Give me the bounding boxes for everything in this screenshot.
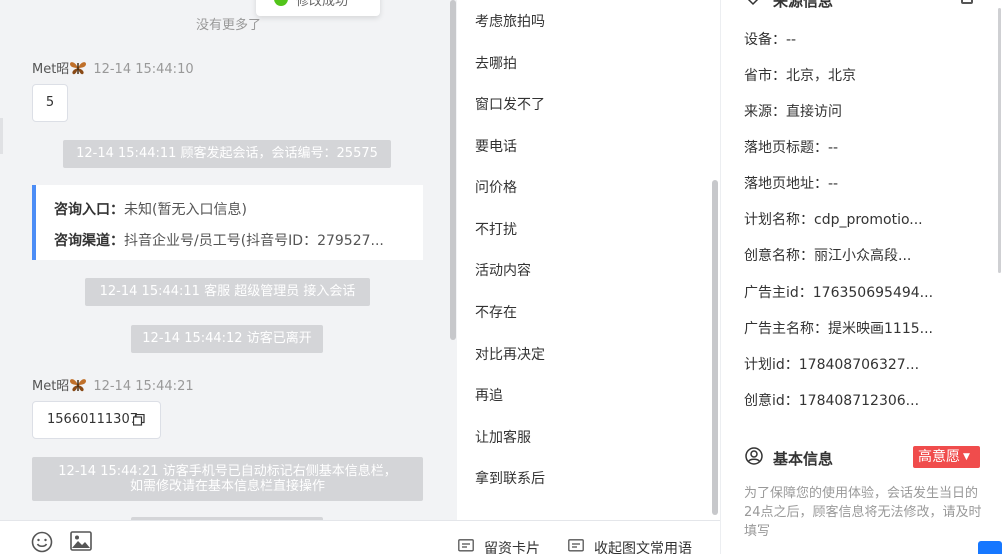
phrase-item[interactable]: 要电话 bbox=[475, 136, 517, 156]
sender-name: Met昭 bbox=[32, 62, 70, 77]
consult-info-card: 咨询入口：未知(暂无入口信息) 咨询渠道：抖音企业号/员工号(抖音号ID：279… bbox=[32, 185, 423, 260]
card-icon bbox=[458, 539, 474, 552]
phrase-item[interactable]: 去哪拍 bbox=[475, 53, 517, 73]
caret-down-icon: ▼ bbox=[963, 452, 970, 462]
info-advertiser-name: 广告主名称：提米映画1115... bbox=[744, 321, 933, 337]
phrases-icon bbox=[568, 539, 584, 552]
message-time: 12-14 15:44:10 bbox=[93, 62, 194, 77]
success-toast: 修改成功 bbox=[256, 0, 380, 16]
message-sender: Met昭 12-14 15:44:10 bbox=[32, 58, 194, 77]
basic-info-title: 基本信息 bbox=[773, 450, 834, 468]
no-more-hint: 没有更多了 bbox=[195, 18, 261, 33]
info-source: 来源：直接访问 bbox=[744, 104, 842, 120]
phrase-item[interactable]: 问价格 bbox=[475, 177, 517, 197]
phone-number: 15660111307 bbox=[47, 412, 138, 427]
info-creative-id: 创意id：178408712306... bbox=[744, 393, 920, 409]
info-plan-id: 计划id：178408706327... bbox=[744, 357, 920, 373]
info-region: 省市：北京，北京 bbox=[744, 68, 856, 84]
phrase-item[interactable]: 对比再决定 bbox=[475, 344, 545, 364]
consult-entry-label: 咨询入口： bbox=[54, 202, 124, 218]
phrase-item[interactable]: 活动内容 bbox=[475, 260, 531, 280]
system-line: 12-14 15:44:21 访客手机号已自动标记右侧基本信息栏， bbox=[58, 464, 397, 479]
consult-channel-value: 抖音企业号/员工号(抖音号ID：279527... bbox=[124, 233, 384, 249]
message-time: 12-14 15:44:21 bbox=[93, 379, 194, 394]
consult-entry: 咨询入口：未知(暂无入口信息) bbox=[54, 199, 247, 219]
consult-entry-value: 未知(暂无入口信息) bbox=[124, 202, 247, 218]
info-plan-name: 计划名称：cdp_promotio... bbox=[744, 212, 923, 228]
message-bubble-phone: 15660111307 bbox=[32, 401, 161, 439]
phrase-item[interactable]: 让加客服 bbox=[475, 427, 531, 447]
success-check-icon bbox=[274, 0, 288, 6]
chat-scrollbar[interactable] bbox=[450, 0, 456, 340]
message-bubble: 5 bbox=[32, 84, 68, 122]
butterfly-icon bbox=[70, 62, 87, 75]
system-line: 如需修改请在基本信息栏直接操作 bbox=[129, 479, 325, 494]
phrase-item[interactable]: 拿到联系后 bbox=[475, 468, 545, 488]
source-info-title: 来源信息 bbox=[773, 0, 834, 10]
message-sender: Met昭 12-14 15:44:21 bbox=[32, 375, 194, 394]
user-icon bbox=[745, 447, 763, 465]
consult-channel-label: 咨询渠道： bbox=[54, 233, 124, 249]
info-landing-url: 落地页地址：-- bbox=[744, 176, 839, 192]
copy-icon[interactable] bbox=[133, 414, 145, 426]
system-message: 12-14 15:44:11 顾客发起会话，会话编号：25575 bbox=[63, 140, 391, 168]
source-info-icon bbox=[747, 0, 759, 6]
butterfly-icon bbox=[70, 379, 87, 392]
system-message: 12-14 15:44:12 访客已离开 bbox=[131, 325, 323, 353]
info-advertiser-id: 广告主id：176350695494... bbox=[744, 285, 934, 301]
document-icon[interactable] bbox=[961, 0, 973, 4]
quick-phrases-panel: 考虑旅拍吗 去哪拍 窗口发不了 要电话 问价格 不打扰 活动内容 不存在 对比再… bbox=[457, 0, 720, 520]
intent-level-dropdown[interactable]: 高意愿 ▼ bbox=[913, 446, 980, 468]
phrases-scrollbar[interactable] bbox=[712, 180, 718, 515]
phrase-item[interactable]: 考虑旅拍吗 bbox=[475, 11, 545, 31]
system-message-phone-marked: 12-14 15:44:21 访客手机号已自动标记右侧基本信息栏， 如需修改请在… bbox=[32, 457, 423, 501]
intent-level-label: 高意愿 bbox=[918, 449, 960, 465]
floating-action-button[interactable] bbox=[978, 541, 1002, 554]
chat-edge bbox=[0, 118, 3, 154]
info-device: 设备：-- bbox=[744, 32, 797, 48]
info-creative-name: 创意名称：丽江小众高段... bbox=[744, 248, 912, 264]
input-toolbar: 留资卡片 收起图文常用语 bbox=[0, 520, 720, 554]
system-message: 12-14 15:44:11 客服 超级管理员 接入会话 bbox=[85, 278, 370, 306]
phrase-item[interactable]: 再追 bbox=[475, 385, 503, 405]
image-icon[interactable] bbox=[70, 531, 92, 551]
phrase-item[interactable]: 不存在 bbox=[475, 302, 517, 322]
emoji-icon[interactable] bbox=[31, 531, 53, 553]
collapse-phrases-button[interactable]: 收起图文常用语 bbox=[594, 538, 692, 554]
customer-info-panel: 来源信息 设备：-- 省市：北京，北京 来源：直接访问 落地页标题：-- 落地页… bbox=[720, 0, 1002, 554]
edit-notice: 为了保障您的使用体验，会话发生当日的24点之后，顾客信息将无法修改，请及时填写 bbox=[744, 486, 982, 539]
phrase-item[interactable]: 窗口发不了 bbox=[475, 94, 545, 114]
phrase-item[interactable]: 不打扰 bbox=[475, 219, 517, 239]
chat-panel: 没有更多了 Met昭 12-14 15:44:10 5 12-14 15:44:… bbox=[0, 0, 457, 520]
info-scrollbar[interactable] bbox=[998, 8, 1001, 273]
sender-name: Met昭 bbox=[32, 379, 70, 394]
lead-card-button[interactable]: 留资卡片 bbox=[484, 538, 540, 554]
consult-channel: 咨询渠道：抖音企业号/员工号(抖音号ID：279527... bbox=[54, 230, 384, 250]
info-landing-title: 落地页标题：-- bbox=[744, 140, 839, 156]
toast-text: 修改成功 bbox=[296, 0, 349, 9]
